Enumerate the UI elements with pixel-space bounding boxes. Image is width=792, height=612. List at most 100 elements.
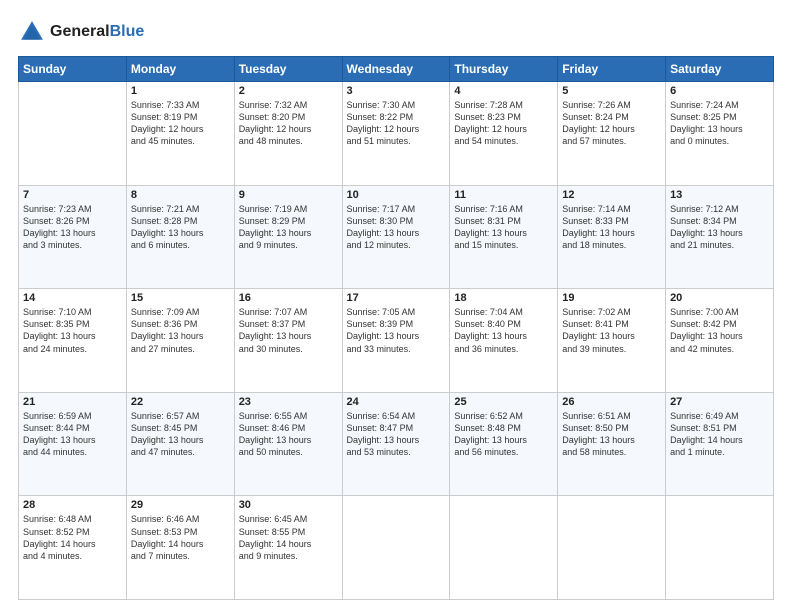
- weekday-friday: Friday: [558, 57, 666, 82]
- calendar-week-row: 21Sunrise: 6:59 AM Sunset: 8:44 PM Dayli…: [19, 392, 774, 496]
- day-number: 1: [131, 85, 230, 97]
- day-info: Sunrise: 7:24 AM Sunset: 8:25 PM Dayligh…: [670, 99, 769, 148]
- day-number: 19: [562, 292, 661, 304]
- day-number: 21: [23, 396, 122, 408]
- calendar-cell: 13 Sunrise: 7:12 AM Sunset: 8:34 PM Dayli…: [666, 185, 774, 289]
- day-info: Sunrise: 7:17 AM Sunset: 8:30 PM Dayligh…: [347, 203, 446, 252]
- weekday-header-row: SundayMondayTuesdayWednesdayThursdayFrid…: [19, 57, 774, 82]
- calendar-table: SundayMondayTuesdayWednesdayThursdayFrid…: [18, 56, 774, 600]
- day-number: 24: [347, 396, 446, 408]
- calendar-cell: 7 Sunrise: 7:23 AM Sunset: 8:26 PM Daylig…: [19, 185, 127, 289]
- day-number: 7: [23, 189, 122, 201]
- day-info: Sunrise: 6:46 AM Sunset: 8:53 PM Dayligh…: [131, 513, 230, 562]
- day-number: 4: [454, 85, 553, 97]
- calendar-cell: 2 Sunrise: 7:32 AM Sunset: 8:20 PM Daylig…: [234, 82, 342, 186]
- day-info: Sunrise: 6:51 AM Sunset: 8:50 PM Dayligh…: [562, 410, 661, 459]
- calendar-cell: 10Sunrise: 7:17 AM Sunset: 8:30 PM Dayli…: [342, 185, 450, 289]
- day-info: Sunrise: 7:28 AM Sunset: 8:23 PM Dayligh…: [454, 99, 553, 148]
- day-number: 22: [131, 396, 230, 408]
- day-info: Sunrise: 7:10 AM Sunset: 8:35 PM Dayligh…: [23, 306, 122, 355]
- day-info: Sunrise: 7:07 AM Sunset: 8:37 PM Dayligh…: [239, 306, 338, 355]
- calendar-week-row: 14 Sunrise: 7:10 AM Sunset: 8:35 PM Dayli…: [19, 289, 774, 393]
- weekday-wednesday: Wednesday: [342, 57, 450, 82]
- day-info: Sunrise: 6:49 AM Sunset: 8:51 PM Dayligh…: [670, 410, 769, 459]
- day-number: 9: [239, 189, 338, 201]
- day-info: Sunrise: 6:54 AM Sunset: 8:47 PM Dayligh…: [347, 410, 446, 459]
- day-info: Sunrise: 6:57 AM Sunset: 8:45 PM Dayligh…: [131, 410, 230, 459]
- weekday-sunday: Sunday: [19, 57, 127, 82]
- calendar-cell: 3 Sunrise: 7:30 AM Sunset: 8:22 PM Daylig…: [342, 82, 450, 186]
- calendar-cell: 24 Sunrise: 6:54 AM Sunset: 8:47 PM Dayli…: [342, 392, 450, 496]
- day-info: Sunrise: 6:45 AM Sunset: 8:55 PM Dayligh…: [239, 513, 338, 562]
- day-number: 14: [23, 292, 122, 304]
- calendar-week-row: 28 Sunrise: 6:48 AM Sunset: 8:52 PM Dayli…: [19, 496, 774, 600]
- day-number: 17: [347, 292, 446, 304]
- day-info: Sunrise: 7:02 AM Sunset: 8:41 PM Dayligh…: [562, 306, 661, 355]
- day-number: 12: [562, 189, 661, 201]
- day-info: Sunrise: 7:23 AM Sunset: 8:26 PM Dayligh…: [23, 203, 122, 252]
- day-info: Sunrise: 6:52 AM Sunset: 8:48 PM Dayligh…: [454, 410, 553, 459]
- day-number: 16: [239, 292, 338, 304]
- calendar-cell: 12 Sunrise: 7:14 AM Sunset: 8:33 PM Dayli…: [558, 185, 666, 289]
- calendar-week-row: 7 Sunrise: 7:23 AM Sunset: 8:26 PM Daylig…: [19, 185, 774, 289]
- page: GeneralBlue SundayMondayTuesdayWednesday…: [0, 0, 792, 612]
- calendar-cell: 16 Sunrise: 7:07 AM Sunset: 8:37 PM Dayli…: [234, 289, 342, 393]
- day-info: Sunrise: 7:00 AM Sunset: 8:42 PM Dayligh…: [670, 306, 769, 355]
- calendar-cell: 4 Sunrise: 7:28 AM Sunset: 8:23 PM Daylig…: [450, 82, 558, 186]
- calendar-cell: 23 Sunrise: 6:55 AM Sunset: 8:46 PM Dayli…: [234, 392, 342, 496]
- calendar-cell: 11Sunrise: 7:16 AM Sunset: 8:31 PM Dayli…: [450, 185, 558, 289]
- day-number: 13: [670, 189, 769, 201]
- day-number: 18: [454, 292, 553, 304]
- day-info: Sunrise: 7:04 AM Sunset: 8:40 PM Dayligh…: [454, 306, 553, 355]
- calendar-cell: 25 Sunrise: 6:52 AM Sunset: 8:48 PM Dayli…: [450, 392, 558, 496]
- day-info: Sunrise: 6:55 AM Sunset: 8:46 PM Dayligh…: [239, 410, 338, 459]
- day-info: Sunrise: 7:26 AM Sunset: 8:24 PM Dayligh…: [562, 99, 661, 148]
- weekday-tuesday: Tuesday: [234, 57, 342, 82]
- day-info: Sunrise: 7:19 AM Sunset: 8:29 PM Dayligh…: [239, 203, 338, 252]
- calendar-week-row: 1 Sunrise: 7:33 AM Sunset: 8:19 PM Daylig…: [19, 82, 774, 186]
- calendar-cell: 26 Sunrise: 6:51 AM Sunset: 8:50 PM Dayli…: [558, 392, 666, 496]
- calendar-cell: 5Sunrise: 7:26 AM Sunset: 8:24 PM Daylig…: [558, 82, 666, 186]
- day-number: 26: [562, 396, 661, 408]
- day-info: Sunrise: 7:09 AM Sunset: 8:36 PM Dayligh…: [131, 306, 230, 355]
- day-info: Sunrise: 7:30 AM Sunset: 8:22 PM Dayligh…: [347, 99, 446, 148]
- day-number: 30: [239, 499, 338, 511]
- day-number: 3: [347, 85, 446, 97]
- calendar-cell: 18 Sunrise: 7:04 AM Sunset: 8:40 PM Dayli…: [450, 289, 558, 393]
- day-info: Sunrise: 7:21 AM Sunset: 8:28 PM Dayligh…: [131, 203, 230, 252]
- day-number: 15: [131, 292, 230, 304]
- day-number: 28: [23, 499, 122, 511]
- calendar-cell: 29 Sunrise: 6:46 AM Sunset: 8:53 PM Dayli…: [126, 496, 234, 600]
- calendar-cell: 1 Sunrise: 7:33 AM Sunset: 8:19 PM Daylig…: [126, 82, 234, 186]
- day-number: 25: [454, 396, 553, 408]
- day-number: 27: [670, 396, 769, 408]
- calendar-cell: 6 Sunrise: 7:24 AM Sunset: 8:25 PM Daylig…: [666, 82, 774, 186]
- day-info: Sunrise: 7:12 AM Sunset: 8:34 PM Dayligh…: [670, 203, 769, 252]
- day-number: 29: [131, 499, 230, 511]
- calendar-cell: 19 Sunrise: 7:02 AM Sunset: 8:41 PM Dayli…: [558, 289, 666, 393]
- calendar-cell: [19, 82, 127, 186]
- day-info: Sunrise: 7:14 AM Sunset: 8:33 PM Dayligh…: [562, 203, 661, 252]
- calendar-cell: 9 Sunrise: 7:19 AM Sunset: 8:29 PM Daylig…: [234, 185, 342, 289]
- weekday-saturday: Saturday: [666, 57, 774, 82]
- day-number: 20: [670, 292, 769, 304]
- logo-text: GeneralBlue: [50, 23, 144, 41]
- day-info: Sunrise: 7:05 AM Sunset: 8:39 PM Dayligh…: [347, 306, 446, 355]
- day-info: Sunrise: 7:33 AM Sunset: 8:19 PM Dayligh…: [131, 99, 230, 148]
- calendar-cell: 8Sunrise: 7:21 AM Sunset: 8:28 PM Daylig…: [126, 185, 234, 289]
- calendar-cell: 15 Sunrise: 7:09 AM Sunset: 8:36 PM Dayli…: [126, 289, 234, 393]
- logo: GeneralBlue: [18, 18, 144, 46]
- weekday-monday: Monday: [126, 57, 234, 82]
- weekday-thursday: Thursday: [450, 57, 558, 82]
- calendar-cell: [666, 496, 774, 600]
- day-number: 6: [670, 85, 769, 97]
- day-number: 2: [239, 85, 338, 97]
- calendar-cell: 30 Sunrise: 6:45 AM Sunset: 8:55 PM Dayli…: [234, 496, 342, 600]
- day-number: 23: [239, 396, 338, 408]
- calendar-cell: [342, 496, 450, 600]
- day-number: 11: [454, 189, 553, 201]
- day-info: Sunrise: 7:32 AM Sunset: 8:20 PM Dayligh…: [239, 99, 338, 148]
- day-info: Sunrise: 6:48 AM Sunset: 8:52 PM Dayligh…: [23, 513, 122, 562]
- header: GeneralBlue: [18, 18, 774, 46]
- calendar-cell: 28 Sunrise: 6:48 AM Sunset: 8:52 PM Dayli…: [19, 496, 127, 600]
